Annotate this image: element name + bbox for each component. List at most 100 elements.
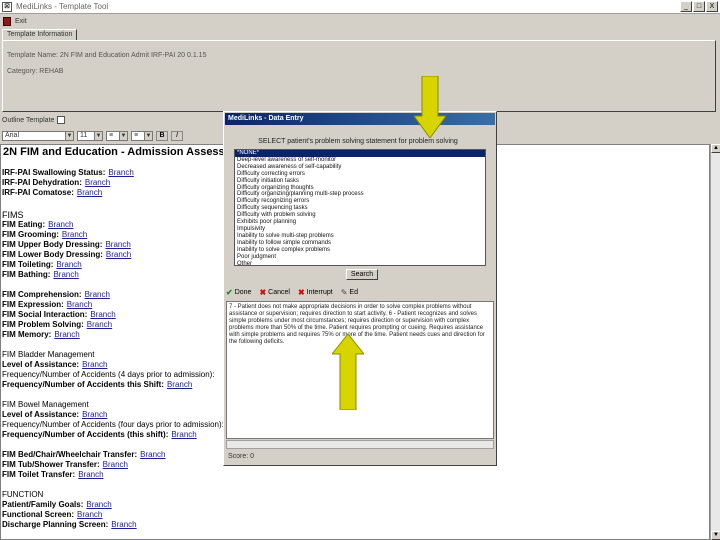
- field-label: FIM Bed/Chair/Wheelchair Transfer:: [2, 450, 138, 459]
- description-scrollbar[interactable]: [226, 440, 494, 449]
- branch-link[interactable]: Branch: [87, 320, 112, 329]
- field-line: FIM Tub/Shower Transfer: Branch: [2, 460, 128, 470]
- search-button[interactable]: Search: [346, 269, 378, 280]
- scroll-down-icon[interactable]: ▼: [711, 531, 720, 540]
- field-label: FIM Toileting:: [2, 260, 54, 269]
- branch-link[interactable]: Branch: [111, 520, 136, 529]
- branch-link[interactable]: Branch: [53, 270, 78, 279]
- branch-link[interactable]: Branch: [85, 178, 110, 187]
- branch-link[interactable]: Branch: [82, 360, 107, 369]
- list-item[interactable]: Other: [235, 261, 485, 266]
- chevron-down-icon: ▼: [65, 132, 73, 140]
- section-heading: FIM Bowel Management: [2, 400, 89, 410]
- branch-link[interactable]: Branch: [171, 430, 196, 439]
- section-heading: Frequency/Number of Accidents (4 days pr…: [2, 370, 215, 380]
- list-item[interactable]: Inability to follow simple commands: [235, 240, 485, 247]
- field-label: Level of Assistance:: [2, 410, 80, 419]
- branch-link[interactable]: Branch: [86, 500, 111, 509]
- field-label: FIMS: [2, 210, 24, 220]
- field-label: Frequency/Number of Accidents (four days…: [2, 420, 224, 429]
- align-left-icon: ≡: [134, 132, 139, 139]
- branch-link[interactable]: Branch: [167, 380, 192, 389]
- minimize-button[interactable]: _: [680, 1, 692, 12]
- branch-link[interactable]: Branch: [77, 510, 102, 519]
- paragraph-icon: ≡: [109, 132, 114, 139]
- scroll-up-icon[interactable]: ▲: [711, 144, 720, 153]
- bold-button[interactable]: B: [156, 131, 168, 141]
- list-item[interactable]: Difficulty organizing thoughts: [235, 185, 485, 192]
- dialog-prompt: SELECT patient's problem solving stateme…: [258, 138, 458, 145]
- field-label: IRF-PAI Comatose:: [2, 188, 74, 197]
- font-select[interactable]: Arial ▼: [2, 131, 74, 141]
- field-line: Frequency/Number of Accidents this Shift…: [2, 380, 192, 390]
- branch-link[interactable]: Branch: [56, 260, 81, 269]
- field-label: Functional Screen:: [2, 510, 75, 519]
- edit-button[interactable]: ✎ Ed: [341, 288, 358, 297]
- app-icon[interactable]: ⊠: [2, 1, 12, 12]
- list-item[interactable]: Difficulty organizing/planning multi-ste…: [235, 191, 485, 198]
- list-item[interactable]: Difficulty sequencing tasks: [235, 205, 485, 212]
- field-label: Level of Assistance:: [2, 360, 80, 369]
- done-button[interactable]: ✔ Done: [226, 288, 251, 297]
- field-label: FIM Upper Body Dressing:: [2, 240, 103, 249]
- list-item[interactable]: Difficulty correcting errors: [235, 171, 485, 178]
- field-line: FIM Toileting: Branch: [2, 260, 82, 270]
- field-line: FIM Memory: Branch: [2, 330, 80, 340]
- chevron-down-icon: ▼: [144, 132, 152, 140]
- list-item[interactable]: Impulsivity: [235, 226, 485, 233]
- alignment-select[interactable]: ≡ ▼: [131, 131, 153, 141]
- branch-link[interactable]: Branch: [62, 230, 87, 239]
- branch-link[interactable]: Branch: [67, 300, 92, 309]
- field-line: FIM Eating: Branch: [2, 220, 73, 230]
- field-label: FIM Memory:: [2, 330, 52, 339]
- maximize-button[interactable]: □: [693, 1, 705, 12]
- section-heading: Frequency/Number of Accidents (four days…: [2, 420, 224, 430]
- interrupt-button[interactable]: ✖ Interrupt: [298, 288, 333, 297]
- menu-item-exit[interactable]: Exit: [15, 18, 27, 25]
- field-line: FIM Upper Body Dressing: Branch: [2, 240, 131, 250]
- list-item[interactable]: Exhibits poor planning: [235, 219, 485, 226]
- list-item[interactable]: Difficulty initiation tasks: [235, 178, 485, 185]
- close-button[interactable]: X: [706, 1, 718, 12]
- arrow-up-icon: [332, 334, 364, 410]
- branch-link[interactable]: Branch: [54, 330, 79, 339]
- exit-icon[interactable]: [3, 16, 11, 26]
- outline-template-checkbox[interactable]: [57, 116, 66, 124]
- field-line: FIM Bathing: Branch: [2, 270, 79, 280]
- branch-link[interactable]: Branch: [78, 470, 103, 479]
- list-item[interactable]: Deep-level awareness of self-monitor: [235, 157, 485, 164]
- branch-link[interactable]: Branch: [103, 460, 128, 469]
- branch-link[interactable]: Branch: [48, 220, 73, 229]
- branch-link[interactable]: Branch: [77, 188, 102, 197]
- template-info-panel: Template Name: 2N FIM and Education Admi…: [2, 40, 716, 112]
- cancel-button[interactable]: ✖ Cancel: [259, 288, 290, 297]
- field-line: FIM Toilet Transfer: Branch: [2, 470, 104, 480]
- list-item[interactable]: Decreased awareness of self-capability: [235, 164, 485, 171]
- branch-link[interactable]: Branch: [108, 168, 133, 177]
- paragraph-select[interactable]: ≡ ▼: [106, 131, 128, 141]
- template-category-line: Category: REHAB: [7, 68, 64, 75]
- list-item[interactable]: *NONE*: [235, 150, 485, 157]
- italic-button[interactable]: I: [171, 131, 183, 141]
- branch-link[interactable]: Branch: [105, 240, 130, 249]
- list-item[interactable]: Poor judgment: [235, 254, 485, 261]
- document-title: 2N FIM and Education - Admission Assessm…: [3, 146, 251, 158]
- font-size-select[interactable]: 11 ▼: [77, 131, 103, 141]
- document-scrollbar[interactable]: ▲ ▼: [710, 144, 720, 540]
- list-item[interactable]: Difficulty with problem solving: [235, 212, 485, 219]
- window-controls: _ □ X: [680, 1, 718, 12]
- problem-solving-listbox[interactable]: *NONE* Deep-level awareness of self-monit…: [234, 149, 486, 266]
- field-label: IRF-PAI Swallowing Status:: [2, 168, 106, 177]
- branch-link[interactable]: Branch: [140, 450, 165, 459]
- field-line: Functional Screen: Branch: [2, 510, 102, 520]
- field-label: Discharge Planning Screen:: [2, 520, 109, 529]
- list-item[interactable]: Inability to solve multi-step problems: [235, 233, 485, 240]
- list-item[interactable]: Difficulty recognizing errors: [235, 198, 485, 205]
- branch-link[interactable]: Branch: [106, 250, 131, 259]
- branch-link[interactable]: Branch: [85, 290, 110, 299]
- branch-link[interactable]: Branch: [82, 410, 107, 419]
- list-item[interactable]: Inability to solve complex problems: [235, 247, 485, 254]
- field-line: Level of Assistance: Branch: [2, 360, 107, 370]
- branch-link[interactable]: Branch: [90, 310, 115, 319]
- interrupt-label: Interrupt: [306, 288, 333, 296]
